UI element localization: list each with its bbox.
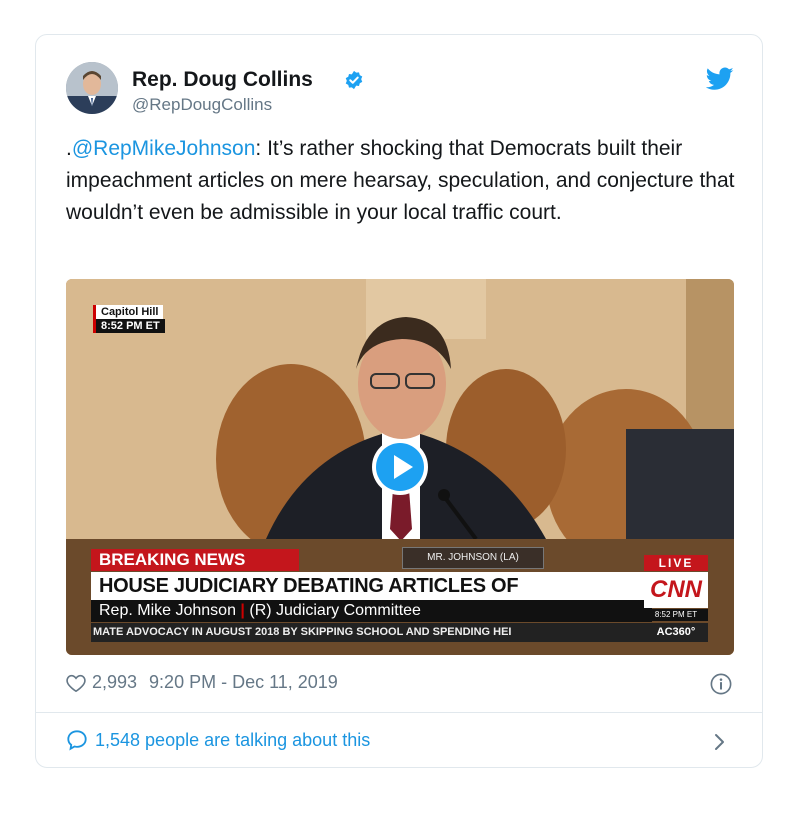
info-icon[interactable] xyxy=(710,673,732,695)
location-label: Capitol Hill xyxy=(93,305,164,319)
breaking-news-banner: BREAKING NEWS xyxy=(91,549,299,571)
chyron-separator: | xyxy=(240,602,245,619)
live-badge: LIVE xyxy=(644,555,708,571)
twitter-bird-icon[interactable] xyxy=(706,67,734,91)
chyron-name: Rep. Mike Johnson xyxy=(99,602,236,619)
author-handle[interactable]: @RepDougCollins xyxy=(132,95,272,115)
like-count[interactable]: 2,993 xyxy=(92,672,137,693)
chyron-role: (R) Judiciary Committee xyxy=(249,602,421,619)
divider xyxy=(36,712,762,713)
chevron-right-icon[interactable] xyxy=(713,732,727,752)
tweet-card: Rep. Doug Collins @RepDougCollins .@RepM… xyxy=(35,34,763,768)
timestamp[interactable]: 9:20 PM - Dec 11, 2019 xyxy=(149,672,338,693)
network-logo: CNN xyxy=(644,572,708,608)
news-ticker: MATE ADVOCACY IN AUGUST 2018 BY SKIPPING… xyxy=(91,623,645,642)
location-time: 8:52 PM ET xyxy=(93,319,165,333)
tweet-meta: 2,993 9:20 PM - Dec 11, 2019 xyxy=(66,672,338,693)
network-time: 8:52 PM ET xyxy=(644,609,708,621)
comment-bubble-icon xyxy=(67,730,87,751)
mention-link[interactable]: @RepMikeJohnson xyxy=(72,137,256,160)
verified-badge-icon xyxy=(345,70,363,90)
tweet-text: .@RepMikeJohnson: It’s rather shocking t… xyxy=(66,133,736,229)
nameplate: MR. JOHNSON (LA) xyxy=(402,547,544,569)
play-icon[interactable] xyxy=(370,437,430,497)
chyron-subline: Rep. Mike Johnson | (R) Judiciary Commit… xyxy=(91,600,652,622)
video-player[interactable]: Capitol Hill 8:52 PM ET MR. JOHNSON (LA)… xyxy=(66,279,734,655)
conversation-link[interactable]: 1,548 people are talking about this xyxy=(66,729,370,751)
heart-icon[interactable] xyxy=(66,674,86,692)
show-name: AC360° xyxy=(644,623,708,642)
avatar[interactable] xyxy=(66,62,118,114)
author-name[interactable]: Rep. Doug Collins xyxy=(132,68,313,92)
chyron-headline: HOUSE JUDICIARY DEBATING ARTICLES OF IMP… xyxy=(91,572,644,625)
talking-count[interactable]: 1,548 people are talking about this xyxy=(95,730,370,751)
